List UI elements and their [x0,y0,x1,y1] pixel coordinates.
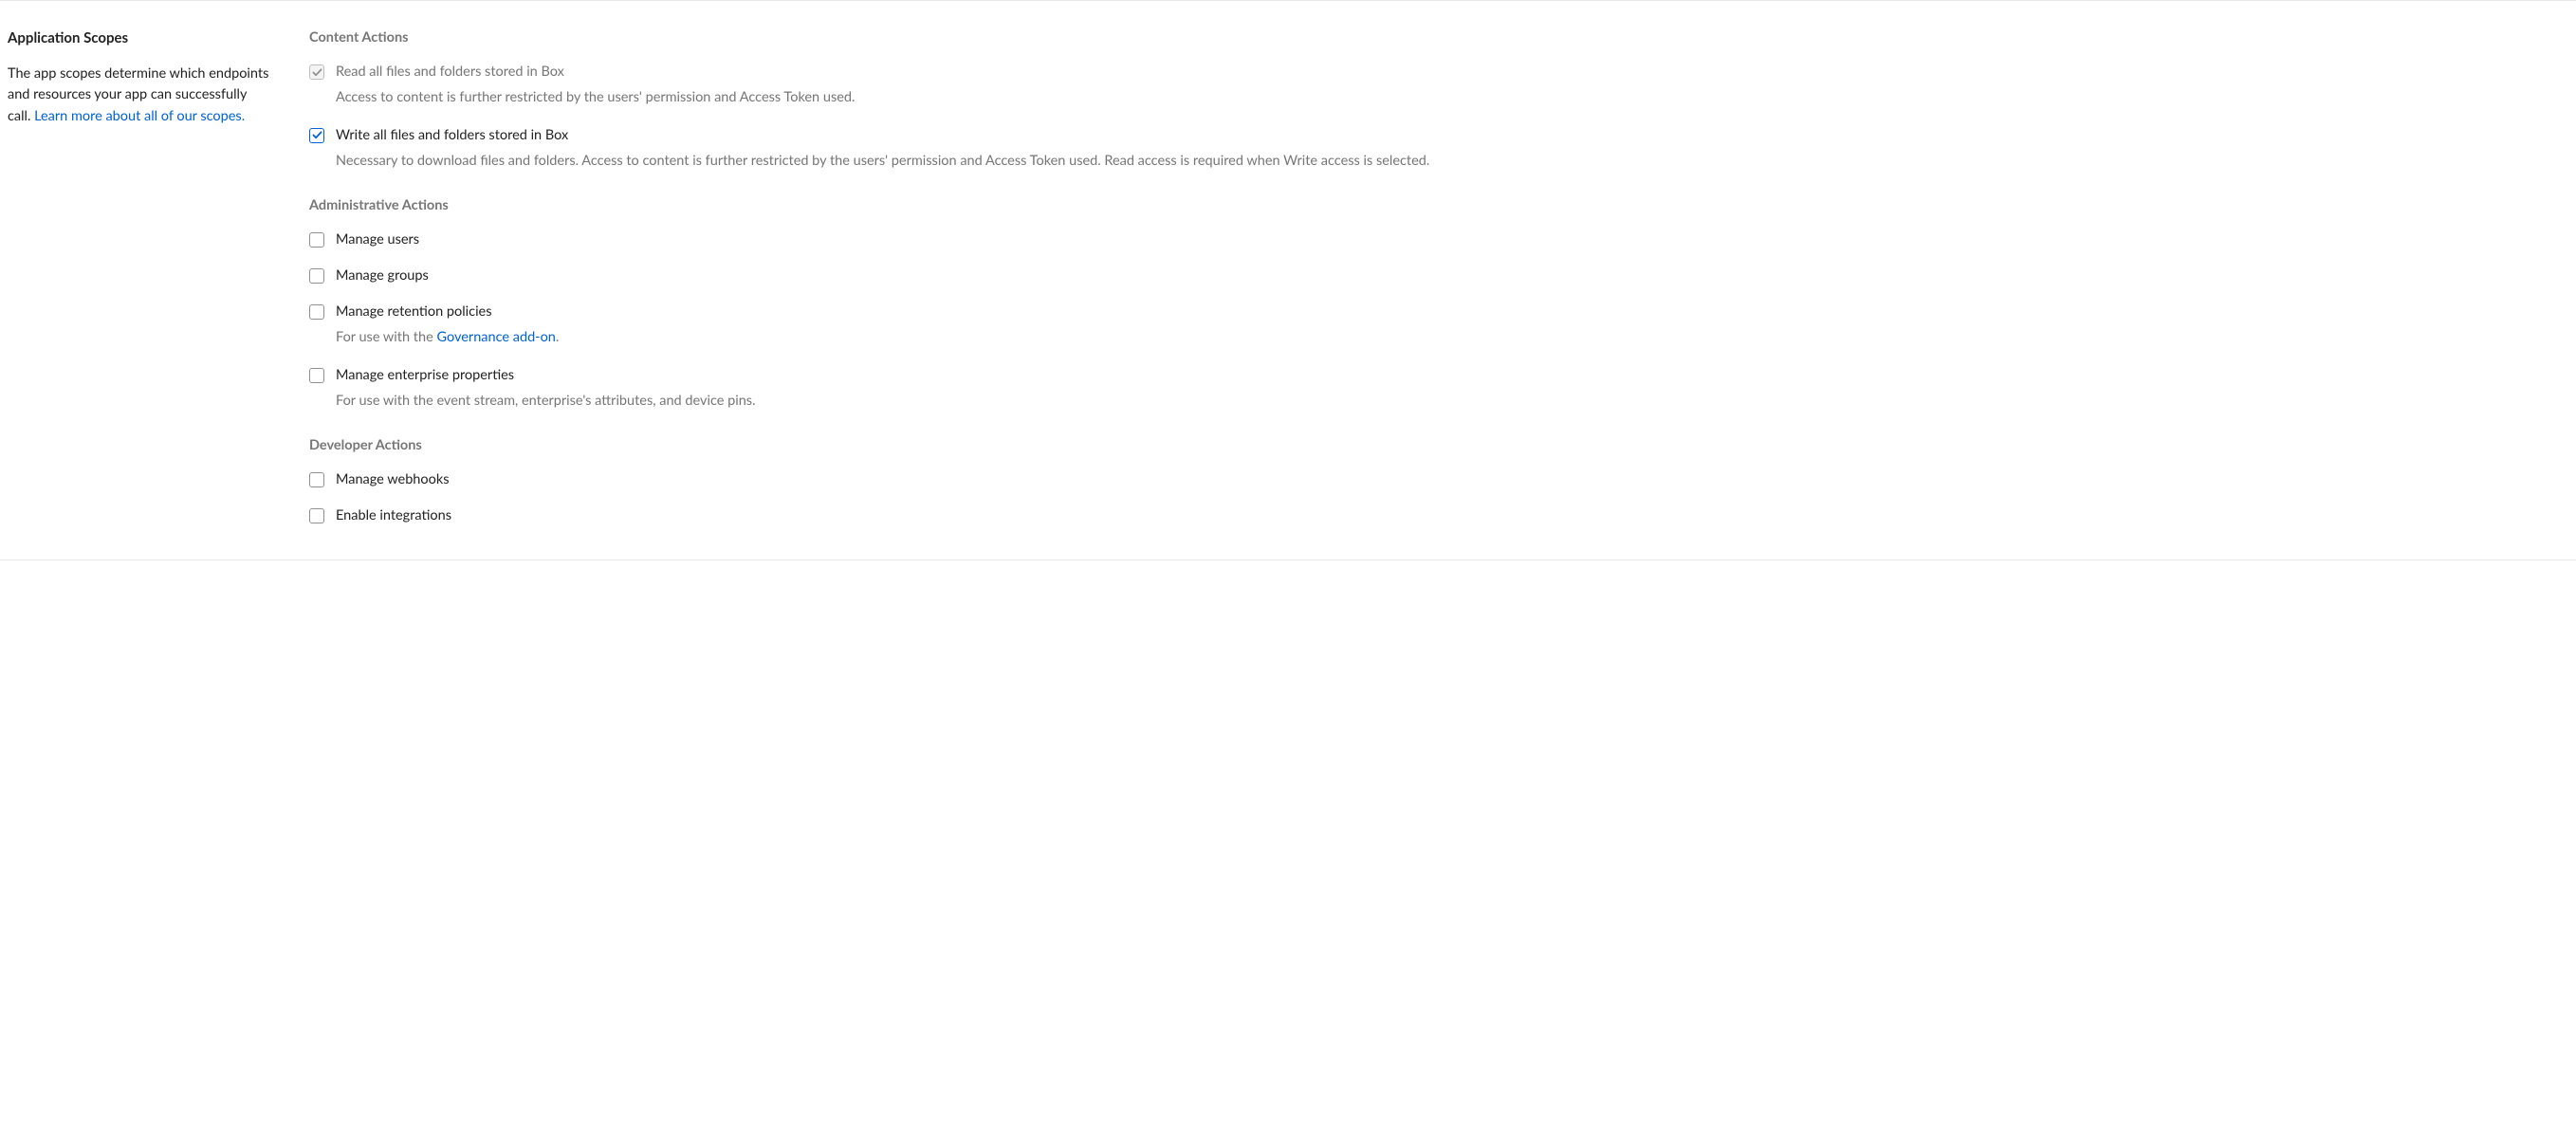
scope-read-desc: Access to content is further restricted … [336,87,2568,108]
scope-manage-enterprise: Manage enterprise properties For use wit… [309,366,2568,413]
sidebar: Application Scopes The app scopes determ… [8,29,271,525]
check-icon [312,68,322,77]
main-content: Content Actions Read all files and folde… [309,29,2568,525]
checkbox-manage-users[interactable] [309,232,324,248]
section-admin-actions: Administrative Actions Manage users Mana… [309,197,2568,413]
scopes-panel: Application Scopes The app scopes determ… [0,0,2576,560]
checkbox-read-files [309,64,324,80]
scope-manage-groups: Manage groups [309,266,2568,285]
scope-read-content: Read all files and folders stored in Box… [336,63,2568,109]
governance-addon-link[interactable]: Governance add-on [436,329,555,345]
scope-integrations-label: Enable integrations [336,506,2568,525]
checkbox-manage-retention[interactable] [309,304,324,320]
section-content-actions: Content Actions Read all files and folde… [309,29,2568,173]
check-icon [312,131,322,139]
scope-enable-integrations: Enable integrations [309,506,2568,525]
scope-write-desc: Necessary to download files and folders.… [336,151,2568,172]
section-title-developer: Developer Actions [309,437,2568,453]
sidebar-title: Application Scopes [8,29,271,46]
scope-write-label: Write all files and folders stored in Bo… [336,126,2568,145]
scope-retention-label: Manage retention policies [336,303,2568,321]
scope-manage-webhooks: Manage webhooks [309,470,2568,489]
section-developer-actions: Developer Actions Manage webhooks Enable… [309,437,2568,526]
scope-write-content: Write all files and folders stored in Bo… [336,126,2568,173]
retention-desc-suffix: . [556,329,559,345]
scope-enterprise-content: Manage enterprise properties For use wit… [336,366,2568,413]
retention-desc-prefix: For use with the [336,329,436,345]
scope-groups-content: Manage groups [336,266,2568,285]
checkbox-manage-enterprise[interactable] [309,368,324,383]
scope-manage-retention: Manage retention policies For use with t… [309,303,2568,349]
scope-write-files: Write all files and folders stored in Bo… [309,126,2568,173]
scope-webhooks-label: Manage webhooks [336,470,2568,489]
section-title-content: Content Actions [309,29,2568,46]
checkbox-enable-integrations[interactable] [309,508,324,523]
sidebar-description: The app scopes determine which endpoints… [8,64,271,127]
scope-users-label: Manage users [336,230,2568,249]
scope-manage-users: Manage users [309,230,2568,249]
checkbox-manage-webhooks[interactable] [309,472,324,487]
scope-groups-label: Manage groups [336,266,2568,285]
scope-webhooks-content: Manage webhooks [336,470,2568,489]
scope-read-label: Read all files and folders stored in Box [336,63,2568,82]
checkbox-write-files[interactable] [309,128,324,143]
scope-users-content: Manage users [336,230,2568,249]
checkbox-manage-groups[interactable] [309,268,324,284]
section-title-admin: Administrative Actions [309,197,2568,213]
scope-integrations-content: Enable integrations [336,506,2568,525]
learn-more-link[interactable]: Learn more about all of our scopes. [34,108,245,124]
scope-enterprise-desc: For use with the event stream, enterpris… [336,391,2568,412]
scope-retention-content: Manage retention policies For use with t… [336,303,2568,349]
scope-enterprise-label: Manage enterprise properties [336,366,2568,385]
scope-read-files: Read all files and folders stored in Box… [309,63,2568,109]
scope-retention-desc: For use with the Governance add-on. [336,327,2568,348]
